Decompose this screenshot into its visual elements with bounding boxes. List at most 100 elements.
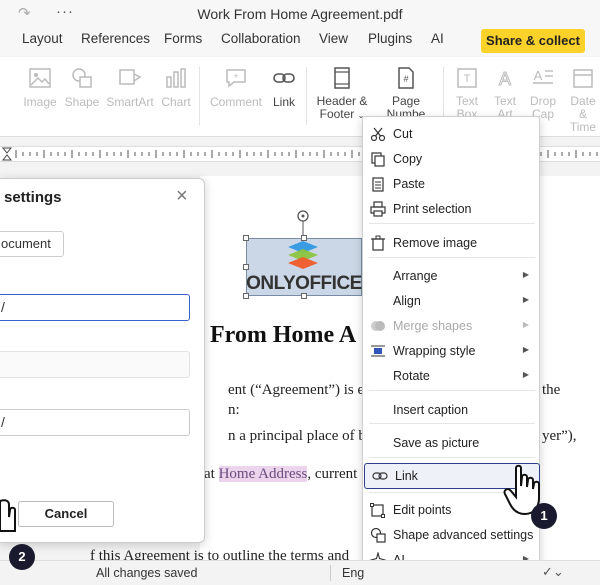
header-footer-tool[interactable]: Header & Footer ⌄ xyxy=(314,67,370,122)
menu-divider xyxy=(369,257,535,258)
menu-item-shape-advanced-settings[interactable]: Shape advanced settings xyxy=(363,523,541,547)
step-badge-1: 1 xyxy=(531,503,557,529)
text-art-tool[interactable]: A Text Art xyxy=(491,67,519,121)
date-time-tool[interactable]: Date & Time xyxy=(566,67,600,134)
onlyoffice-logo-icon xyxy=(288,241,318,269)
tab-layout[interactable]: Layout xyxy=(22,31,63,46)
submenu-arrow-icon: ▶ xyxy=(522,370,529,379)
page-number-tool[interactable]: # Page Numbe xyxy=(385,67,427,121)
menu-item-merge-shapes[interactable]: Merge shapes ▶ xyxy=(363,314,541,338)
doc-line-1b: the xyxy=(542,382,561,398)
step-badge-2: 2 xyxy=(9,544,35,570)
shape-icon xyxy=(72,68,92,88)
image-tool[interactable]: Image xyxy=(22,67,58,109)
svg-text:T: T xyxy=(464,73,471,85)
display-text-input[interactable] xyxy=(0,351,190,378)
menu-item-remove-image[interactable]: Remove image xyxy=(363,231,541,255)
submenu-arrow-icon: ▶ xyxy=(522,270,529,279)
document-heading: From Home A xyxy=(210,322,357,348)
doc-line-3b: yer”), xyxy=(542,428,577,444)
doc-line-2: n: xyxy=(228,402,240,418)
comment-tool[interactable]: + Comment xyxy=(208,67,264,109)
menu-item-rotate[interactable]: Rotate ▶ xyxy=(363,364,541,388)
svg-text:A: A xyxy=(499,69,511,89)
link-icon xyxy=(372,472,388,480)
spellcheck-icon[interactable]: ✓⌄ xyxy=(542,564,564,580)
tab-view[interactable]: View xyxy=(319,31,348,46)
page-number-icon: # xyxy=(398,67,414,89)
edit-points-icon xyxy=(370,503,385,518)
resize-handle[interactable] xyxy=(243,264,249,270)
menu-item-save-as-picture[interactable]: Save as picture xyxy=(363,431,541,455)
menu-item-arrange[interactable]: Arrange ▶ xyxy=(363,264,541,288)
tab-forms[interactable]: Forms xyxy=(164,31,202,46)
menu-item-paste[interactable]: Paste xyxy=(363,172,541,196)
menu-divider xyxy=(369,390,535,391)
svg-text:A: A xyxy=(534,68,543,83)
menu-item-copy[interactable]: Copy xyxy=(363,147,541,171)
save-status: All changes saved xyxy=(96,566,198,580)
calendar-icon xyxy=(573,69,593,88)
resize-handle[interactable] xyxy=(301,293,307,299)
tab-references[interactable]: References xyxy=(81,31,150,46)
menu-divider xyxy=(369,223,535,224)
drop-cap-tool[interactable]: A Drop Cap xyxy=(528,67,558,121)
menu-item-align[interactable]: Align ▶ xyxy=(363,289,541,313)
settings-dialog: settings × ocument / / Cancel xyxy=(0,178,205,543)
title-bar: ↷ ··· Work From Home Agreement.pdf xyxy=(0,0,600,26)
scissors-icon xyxy=(370,127,386,142)
status-divider xyxy=(330,565,331,581)
merge-shapes-icon xyxy=(371,321,385,331)
smartart-icon xyxy=(119,69,142,85)
status-bar: All changes saved Eng ✓⌄ xyxy=(0,560,600,585)
menu-item-wrapping-style[interactable]: Wrapping style ▶ xyxy=(363,339,541,363)
chart-icon xyxy=(166,68,186,88)
resize-handle[interactable] xyxy=(243,293,249,299)
document-button[interactable]: ocument xyxy=(0,231,64,257)
document-title: Work From Home Agreement.pdf xyxy=(197,6,403,22)
wrap-icon xyxy=(371,345,385,357)
link-url-input[interactable]: / xyxy=(0,294,190,321)
tab-ai[interactable]: AI xyxy=(431,31,444,46)
chart-tool[interactable]: Chart xyxy=(159,67,193,109)
trash-icon xyxy=(371,235,385,251)
menu-item-print-selection[interactable]: Print selection xyxy=(363,197,541,221)
doc-line-4: at Home Address, current xyxy=(204,466,358,482)
shape-settings-icon xyxy=(370,527,386,543)
language-indicator[interactable]: Eng xyxy=(342,566,364,580)
tab-plugins[interactable]: Plugins xyxy=(368,31,412,46)
svg-text:#: # xyxy=(403,74,408,84)
copy-icon xyxy=(371,152,385,167)
menu-divider xyxy=(369,457,535,458)
close-icon[interactable]: × xyxy=(176,185,188,208)
toolbar-divider xyxy=(199,67,200,125)
highlighted-field[interactable]: Home Address xyxy=(218,466,308,482)
menu-item-cut[interactable]: Cut xyxy=(363,122,541,146)
resize-handle[interactable] xyxy=(243,235,249,241)
doc-line-3a: n a principal place of busi xyxy=(228,428,384,444)
submenu-arrow-icon: ▶ xyxy=(522,345,529,354)
logo-text: ONLYOFFICE xyxy=(246,273,362,294)
tab-collaboration[interactable]: Collaboration xyxy=(221,31,301,46)
pointer-hand-icon xyxy=(0,499,16,532)
menu-item-insert-caption[interactable]: Insert caption xyxy=(363,398,541,422)
text-art-icon: A xyxy=(498,69,511,90)
image-icon xyxy=(29,68,51,88)
resize-handle[interactable] xyxy=(301,235,307,241)
header-footer-icon xyxy=(334,67,350,89)
comment-icon: + xyxy=(226,69,246,88)
text-box-icon: T xyxy=(457,68,477,88)
smartart-tool[interactable]: SmartArt xyxy=(106,67,154,109)
menu-divider xyxy=(369,423,535,424)
link-tool[interactable]: Link xyxy=(268,67,300,109)
text-box-tool[interactable]: T Text Box xyxy=(452,67,482,121)
link-icon xyxy=(273,73,295,83)
paste-icon xyxy=(372,177,384,192)
printer-icon xyxy=(370,201,386,217)
cancel-button[interactable]: Cancel xyxy=(18,501,114,527)
shape-tool[interactable]: Shape xyxy=(63,67,101,109)
dialog-title: settings xyxy=(4,189,62,206)
share-collect-button[interactable]: Share & collect xyxy=(481,29,585,53)
tooltip-input[interactable]: / xyxy=(0,409,190,436)
toolbar-divider xyxy=(306,67,307,125)
